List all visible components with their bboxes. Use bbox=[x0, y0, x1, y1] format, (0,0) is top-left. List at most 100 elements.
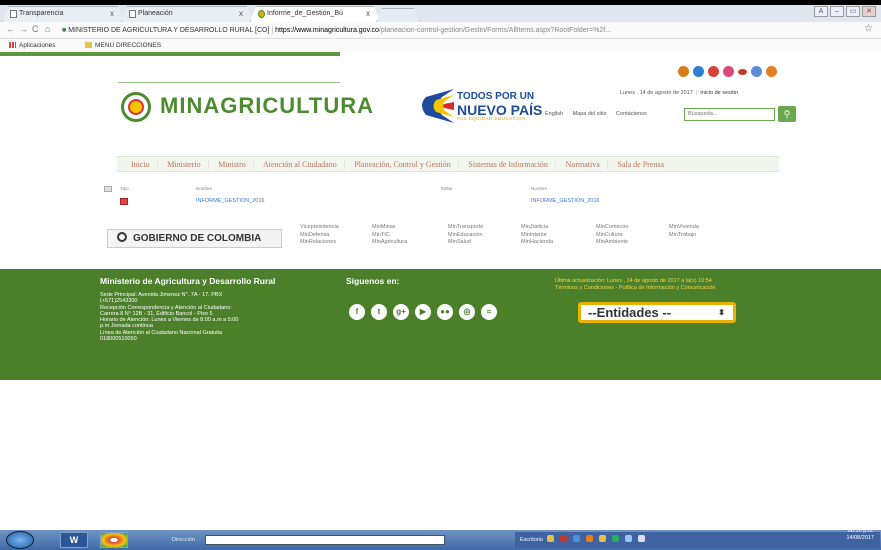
close-icon[interactable]: x bbox=[239, 7, 243, 21]
tab-informe-gestion[interactable]: Informe_de_Gestión_Bú x bbox=[250, 6, 380, 22]
document-icon[interactable] bbox=[120, 198, 128, 205]
user-icon[interactable]: A bbox=[814, 6, 828, 17]
bookmark-menu-direcciones[interactable]: MENU DIRECCIONES bbox=[85, 39, 161, 52]
entidades-select[interactable]: --Entidades -- ⬍ bbox=[578, 302, 736, 323]
header-links: English Mapa del sitio Contáctenos bbox=[545, 111, 655, 117]
instagram-icon[interactable]: ◎ bbox=[459, 304, 475, 320]
ministry-link[interactable]: MinComercio bbox=[596, 224, 628, 232]
column-header-editar[interactable]: Editar bbox=[441, 186, 453, 191]
document-name-link-2[interactable]: INFORME_GESTION_2016 bbox=[531, 198, 599, 204]
english-link[interactable]: English bbox=[545, 111, 563, 117]
column-header-nombre[interactable]: Nombre bbox=[196, 186, 212, 191]
new-tab-button[interactable] bbox=[376, 8, 420, 22]
youtube-icon[interactable]: ▶ bbox=[415, 304, 431, 320]
flickr-icon[interactable]: ●● bbox=[437, 304, 453, 320]
contact-link[interactable]: Contáctenos bbox=[616, 111, 647, 117]
logo-divider bbox=[118, 82, 340, 83]
ministry-link[interactable]: MinAgricultura bbox=[372, 239, 407, 247]
ministry-link[interactable]: MinTransporte bbox=[448, 224, 483, 232]
window-controls: A – ▭ ✕ bbox=[814, 6, 876, 17]
url-input[interactable]: ■ MINISTERIO DE AGRICULTURA Y DESARROLLO… bbox=[62, 24, 862, 37]
search-input[interactable]: Búsqueda... bbox=[684, 108, 775, 121]
rss-icon[interactable] bbox=[678, 66, 689, 77]
ministry-link[interactable]: MinEducación bbox=[448, 232, 483, 240]
flickr-icon[interactable] bbox=[738, 69, 747, 75]
menu-item-normativa[interactable]: Normativa bbox=[566, 160, 600, 169]
youtube-icon[interactable] bbox=[723, 66, 734, 77]
browser-tab-strip: Transparencia x Planeación x Informe_de_… bbox=[0, 5, 881, 22]
network-icon[interactable] bbox=[625, 535, 633, 542]
current-date: Lunes , 14 de agosto de 2017 bbox=[620, 90, 693, 96]
ministry-link[interactable]: MinRelaciones bbox=[300, 239, 339, 247]
minimize-icon[interactable]: – bbox=[830, 6, 844, 17]
word-taskbar-icon[interactable]: W bbox=[60, 532, 88, 548]
ministry-link[interactable]: MinMinas bbox=[372, 224, 407, 232]
google-plus-icon[interactable]: g+ bbox=[393, 304, 409, 320]
login-link[interactable]: Inicio de sesión bbox=[700, 90, 738, 96]
desktop-toolbar-label[interactable]: Escritorio bbox=[520, 537, 543, 543]
ministry-link[interactable]: MinJusticia bbox=[521, 224, 553, 232]
sitemap-link[interactable]: Mapa del sitio bbox=[573, 111, 607, 117]
twitter-icon[interactable] bbox=[693, 66, 704, 77]
menu-item-sistemas[interactable]: Sistemas de Información bbox=[468, 160, 548, 169]
menu-item-inicio[interactable]: Inicio bbox=[131, 160, 150, 169]
ministry-link[interactable]: MinDefensa bbox=[300, 232, 339, 240]
start-button[interactable] bbox=[6, 531, 34, 549]
close-icon[interactable]: x bbox=[110, 7, 114, 21]
search-button[interactable]: ⚲ bbox=[778, 106, 796, 122]
tab-planeacion[interactable]: Planeación x bbox=[121, 6, 253, 22]
forward-icon[interactable]: → bbox=[19, 24, 28, 34]
facebook-icon[interactable]: f bbox=[349, 304, 365, 320]
tray-app-icon[interactable] bbox=[547, 535, 555, 542]
twitter-icon[interactable]: t bbox=[371, 304, 387, 320]
bookmark-star-icon[interactable]: ☆ bbox=[864, 23, 873, 34]
entidades-value: --Entidades -- bbox=[588, 305, 672, 320]
bookmark-apps[interactable]: Aplicaciones bbox=[9, 39, 56, 52]
google-plus-icon[interactable] bbox=[708, 66, 719, 77]
ministry-link[interactable]: MinSalud bbox=[448, 239, 483, 247]
gobierno-colombia-banner[interactable]: GOBIERNO DE COLOMBIA bbox=[107, 229, 282, 248]
menu-item-atencion[interactable]: Atención al Ciudadano bbox=[263, 160, 337, 169]
maximize-icon[interactable]: ▭ bbox=[846, 6, 860, 17]
ministry-link[interactable]: MinVivienda bbox=[669, 224, 699, 232]
ministry-link[interactable]: MinAmbiente bbox=[596, 239, 628, 247]
document-name-link[interactable]: INFORME_GESTION_2016 bbox=[196, 198, 264, 204]
tab-transparencia[interactable]: Transparencia x bbox=[2, 6, 124, 22]
address-toolbar-input[interactable] bbox=[205, 535, 445, 545]
site-logo-text[interactable]: MINAGRICULTURA bbox=[160, 93, 374, 119]
feed-icon[interactable] bbox=[766, 66, 777, 77]
column-header-tipo[interactable]: Tipo bbox=[120, 186, 129, 191]
chrome-taskbar-icon[interactable] bbox=[100, 532, 128, 548]
ministry-link[interactable]: MinCultura bbox=[596, 232, 628, 240]
menu-item-ministro[interactable]: Ministro bbox=[218, 160, 246, 169]
back-icon[interactable]: ← bbox=[6, 24, 15, 34]
rss-icon[interactable]: ≈ bbox=[481, 304, 497, 320]
ministry-link[interactable]: Vicepresidencia bbox=[300, 224, 339, 232]
colombia-coat-of-arms-icon[interactable] bbox=[121, 92, 151, 122]
tray-app-icon[interactable] bbox=[612, 535, 620, 542]
ministry-link[interactable]: MinHacienda bbox=[521, 239, 553, 247]
menu-item-planeacion[interactable]: Planeación, Control y Gestión bbox=[354, 160, 450, 169]
gobierno-label: GOBIERNO DE COLOMBIA bbox=[133, 233, 262, 244]
clock[interactable]: 08:50 p.m. 14/08/2017 bbox=[846, 528, 874, 542]
ministry-link[interactable]: MinTIC bbox=[372, 232, 407, 240]
column-header-nombre-2[interactable]: Nombre bbox=[531, 186, 547, 191]
menu-item-prensa[interactable]: Sala de Prensa bbox=[617, 160, 664, 169]
terms-link[interactable]: Términos y Condiciones - Política de Inf… bbox=[555, 285, 716, 291]
instagram-icon[interactable] bbox=[751, 66, 762, 77]
tray-app-icon[interactable] bbox=[573, 535, 581, 542]
footer-social-icons: f t g+ ▶ ●● ◎ ≈ bbox=[349, 304, 497, 320]
close-icon[interactable]: x bbox=[366, 7, 370, 21]
close-window-icon[interactable]: ✕ bbox=[862, 6, 876, 17]
ministry-link[interactable]: MinInterior bbox=[521, 232, 553, 240]
reload-icon[interactable]: C bbox=[32, 24, 39, 34]
menu-item-ministerio[interactable]: Ministerio bbox=[167, 160, 200, 169]
tray-app-icon[interactable] bbox=[586, 535, 594, 542]
tab-label: Informe_de_Gestión_Bú bbox=[267, 10, 343, 17]
select-all-checkbox[interactable] bbox=[104, 186, 112, 192]
volume-icon[interactable] bbox=[638, 535, 646, 542]
ministry-link[interactable]: MinTrabajo bbox=[669, 232, 699, 240]
tray-app-icon[interactable] bbox=[599, 535, 607, 542]
home-icon[interactable]: ⌂ bbox=[45, 24, 50, 34]
tray-app-icon[interactable] bbox=[560, 535, 568, 542]
